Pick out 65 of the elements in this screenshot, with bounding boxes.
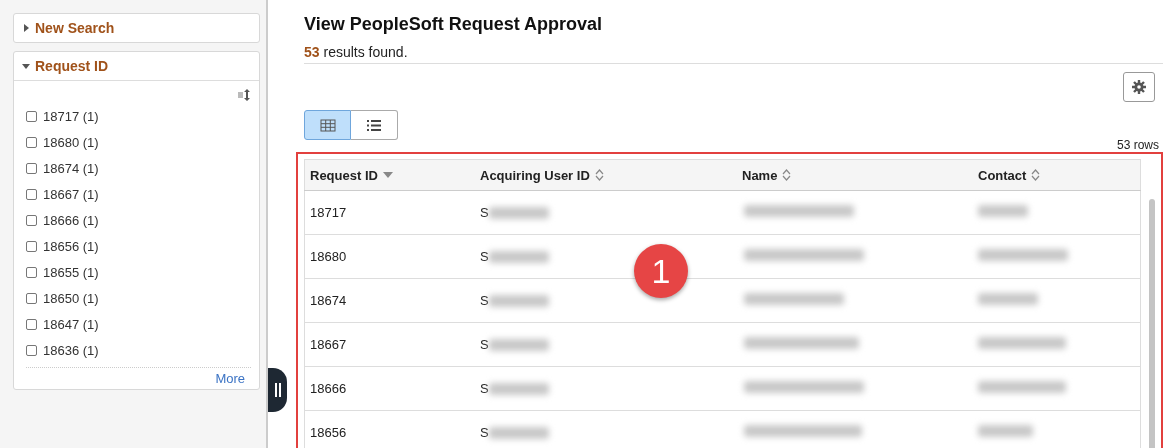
table-cell: S: [480, 381, 489, 396]
table-cell: S: [480, 425, 489, 440]
table-cell: S: [480, 293, 489, 308]
checkbox[interactable]: [26, 110, 37, 122]
checkbox[interactable]: [26, 318, 37, 330]
panel-header[interactable]: Request ID: [14, 52, 259, 81]
grid-icon: [320, 119, 335, 131]
column-header[interactable]: Acquiring User ID: [475, 159, 737, 191]
callout-badge: 1: [634, 244, 688, 298]
sort-icon[interactable]: [238, 89, 251, 101]
table-cell: 18667: [304, 322, 475, 367]
filter-label: 18667 (1): [43, 186, 99, 202]
table-cell: 18666: [304, 366, 475, 411]
checkbox[interactable]: [26, 162, 37, 174]
redacted-text: [488, 338, 549, 351]
redacted-text: [978, 205, 1028, 217]
settings-button[interactable]: [1123, 72, 1155, 102]
view-toggle[interactable]: [304, 110, 351, 140]
filter-label: 18656 (1): [43, 238, 99, 254]
filter-label: 18647 (1): [43, 316, 99, 332]
checkbox[interactable]: [26, 292, 37, 304]
filter-label: 18655 (1): [43, 264, 99, 280]
redacted-text: [488, 382, 549, 395]
column-header[interactable]: Request ID: [304, 159, 475, 191]
list-icon: [366, 119, 382, 131]
more-link[interactable]: More: [215, 371, 245, 386]
filter-label: 18717 (1): [43, 108, 99, 124]
table-cell: 18680: [304, 234, 475, 279]
redacted-text: [978, 293, 1038, 305]
settings-icon: [1132, 80, 1146, 94]
redacted-text: [488, 250, 549, 263]
sort-icon[interactable]: [782, 169, 792, 181]
table-cell: 18674: [304, 278, 475, 323]
table-cell: S: [480, 337, 489, 352]
results-count: 53 results found.: [304, 44, 408, 60]
page-title: View PeopleSoft Request Approval: [304, 14, 604, 35]
table-cell: 18717: [304, 190, 475, 235]
filter-label: 18674 (1): [43, 160, 99, 176]
redacted-text: [488, 206, 549, 219]
column-header[interactable]: Contact: [973, 159, 1141, 191]
view-toggle[interactable]: [351, 110, 398, 140]
pause-icon: [274, 383, 281, 397]
checkbox[interactable]: [26, 266, 37, 278]
checkbox[interactable]: [26, 240, 37, 252]
checkbox[interactable]: [26, 136, 37, 148]
checkbox[interactable]: [26, 214, 37, 226]
row-count: 53 rows: [1116, 138, 1160, 152]
redacted-text: [978, 425, 1033, 437]
filter-label: 18666 (1): [43, 212, 99, 228]
sort-icon[interactable]: [594, 169, 604, 181]
table-cell: S: [480, 205, 489, 220]
scrollbar[interactable]: [1149, 199, 1155, 448]
filter-label: 18650 (1): [43, 290, 99, 306]
filter-label: 18680 (1): [43, 134, 99, 150]
redacted-text: [488, 426, 549, 439]
checkbox[interactable]: [26, 188, 37, 200]
sort-desc-icon[interactable]: [382, 172, 393, 178]
column-header[interactable]: Name: [737, 159, 973, 191]
table-cell: 18656: [304, 410, 475, 448]
sort-icon[interactable]: [1031, 169, 1041, 181]
checkbox[interactable]: [26, 344, 37, 356]
filter-label: 18636 (1): [43, 342, 99, 358]
collapse-handle[interactable]: [268, 368, 287, 412]
redacted-text: [488, 294, 549, 307]
table-cell: S: [480, 249, 489, 264]
